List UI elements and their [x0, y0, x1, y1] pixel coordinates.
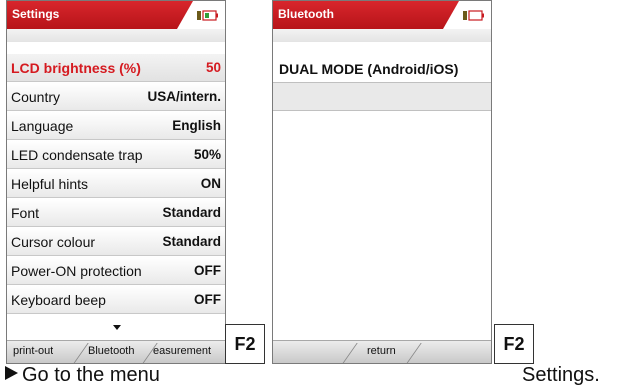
caption-menu-name: Settings.	[522, 364, 600, 386]
row-country[interactable]: Country USA/intern.	[7, 83, 225, 111]
row-value: Standard	[162, 234, 221, 249]
row-label: Helpful hints	[11, 175, 89, 192]
row-cursor-colour[interactable]: Cursor colour Standard	[7, 228, 225, 256]
row-lcd-brightness[interactable]: LCD brightness (%) 50	[7, 54, 225, 82]
row-label: Language	[11, 117, 74, 134]
bluetooth-screen: Bluetooth DUAL MODE (Android/iOS) return	[272, 0, 492, 364]
row-keyboard-beep[interactable]: Keyboard beep OFF	[7, 286, 225, 314]
screen-title: Settings	[12, 7, 60, 21]
settings-screen: Settings LCD brightness (%) 50 Country U…	[6, 0, 226, 364]
triangle-down-icon	[113, 325, 121, 330]
title-bar: Settings	[7, 1, 225, 29]
row-label: Country	[11, 88, 61, 105]
title-bar: Bluetooth	[273, 1, 491, 29]
battery-icon	[197, 10, 218, 21]
row-value: OFF	[194, 292, 221, 307]
softkey-bluetooth[interactable]: Bluetooth	[88, 345, 134, 357]
row-value: 50%	[193, 147, 221, 162]
row-value: English	[172, 118, 221, 133]
row-value: OFF	[194, 263, 221, 278]
bluetooth-mode-label: DUAL MODE (Android/iOS)	[279, 61, 459, 77]
row-value: ON	[200, 176, 221, 191]
row-label: Power-ON protection	[11, 262, 142, 279]
row-led-condensate-trap[interactable]: LED condensate trap 50%	[7, 141, 225, 169]
row-value: Standard	[162, 205, 221, 220]
bluetooth-mode-item[interactable]: DUAL MODE (Android/iOS)	[273, 54, 491, 83]
caption-text: Go to the menu	[22, 364, 160, 386]
row-label: LCD brightness (%)	[11, 59, 141, 76]
row-label: Keyboard beep	[11, 291, 106, 308]
settings-list: LCD brightness (%) 50 Country USA/intern…	[7, 54, 225, 315]
softkey-print-out[interactable]: print-out	[13, 345, 53, 357]
softkey-measurement[interactable]: easurement	[153, 345, 225, 357]
row-language[interactable]: Language English	[7, 112, 225, 140]
row-label: Cursor colour	[11, 233, 96, 250]
row-helpful-hints[interactable]: Helpful hints ON	[7, 170, 225, 198]
f2-key-label: F2	[494, 324, 534, 364]
f2-key-label: F2	[225, 324, 265, 364]
row-label: LED condensate trap	[11, 146, 143, 163]
row-value: 50	[205, 60, 221, 75]
softkey-bar: return	[273, 340, 491, 363]
battery-icon	[463, 10, 484, 21]
screen-title: Bluetooth	[278, 7, 334, 21]
softkey-return[interactable]: return	[367, 345, 396, 357]
row-value: USA/intern.	[147, 89, 221, 104]
softkey-bar: print-out Bluetooth easurement	[7, 340, 225, 363]
row-power-on-protection[interactable]: Power-ON protection OFF	[7, 257, 225, 285]
row-font[interactable]: Font Standard	[7, 199, 225, 227]
instruction-caption: Go to the menu	[5, 364, 160, 387]
triangle-right-icon	[5, 366, 18, 380]
empty-list-row	[273, 82, 491, 111]
row-label: Font	[11, 204, 40, 221]
